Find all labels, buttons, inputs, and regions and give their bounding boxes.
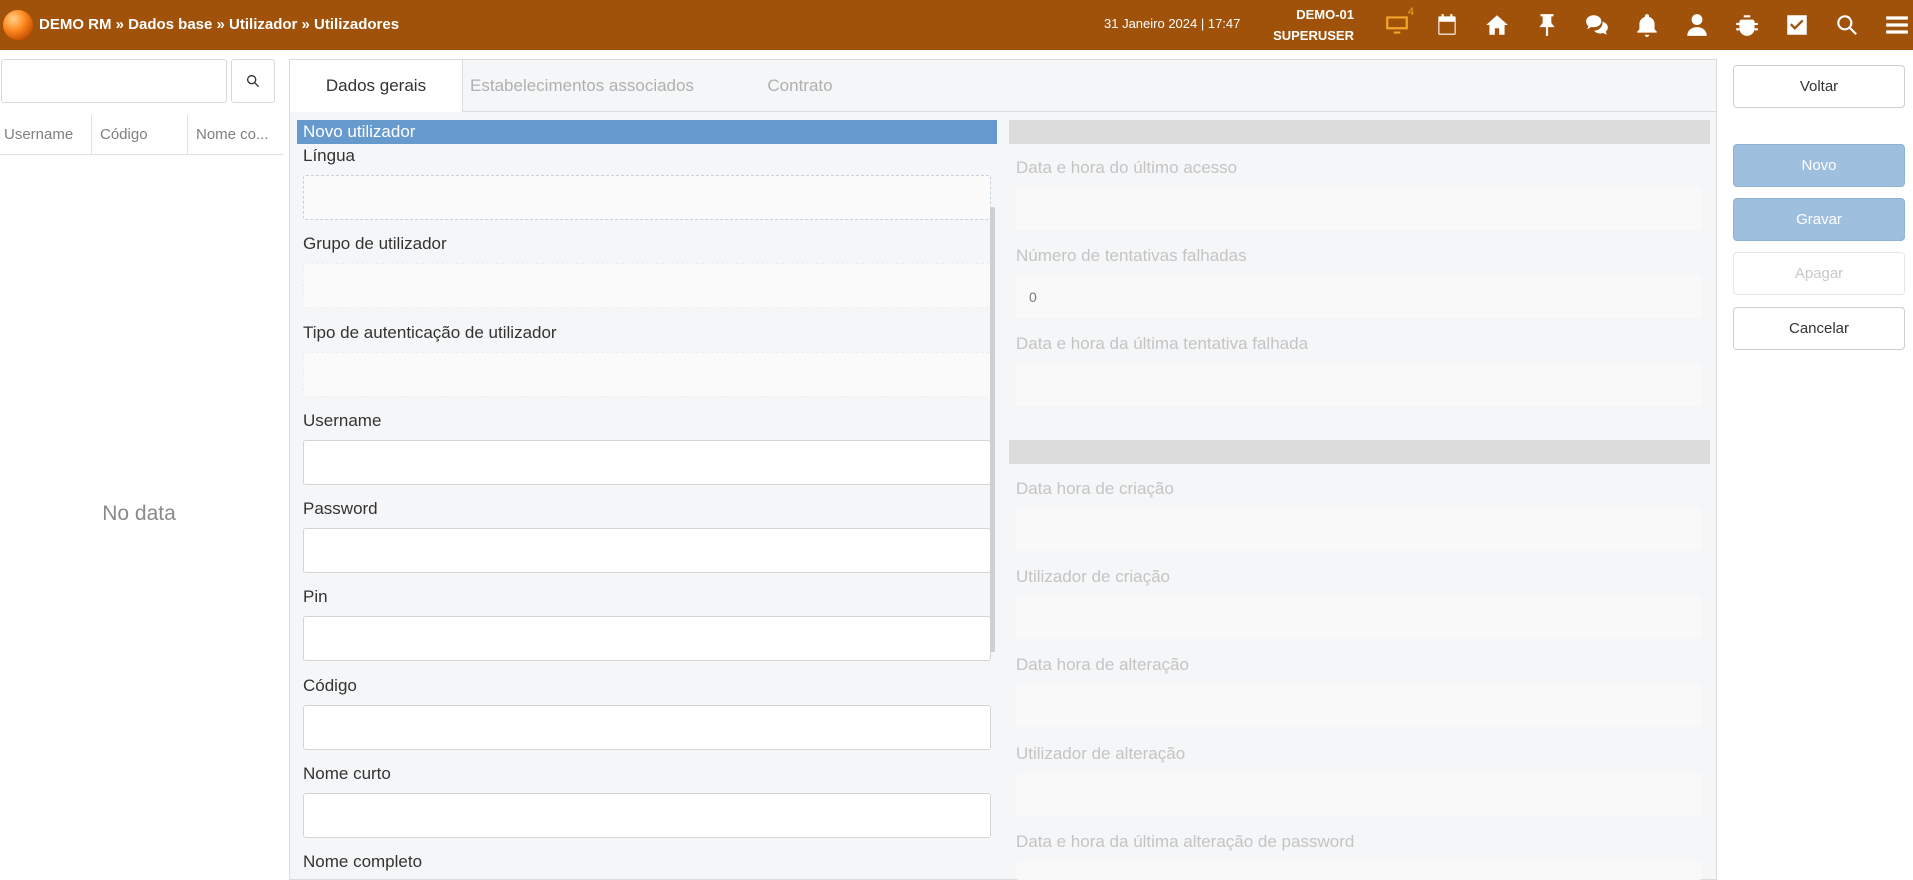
company-code: DEMO-01: [1296, 7, 1354, 22]
user-icon[interactable]: [1672, 0, 1722, 50]
monitor-icon[interactable]: 4: [1372, 0, 1422, 50]
field-label-pin: Pin: [303, 587, 328, 606]
field-label-username: Username: [303, 411, 382, 430]
data-alteracao-field: [1016, 684, 1702, 727]
empty-list-message: No data: [102, 502, 176, 525]
alteracao-password-field: [1016, 861, 1702, 880]
chat-icon[interactable]: [1572, 0, 1622, 50]
field-label-lingua: Língua: [303, 146, 355, 165]
username-input[interactable]: [303, 440, 991, 485]
new-button[interactable]: Novo: [1733, 144, 1905, 187]
save-button[interactable]: Gravar: [1733, 198, 1905, 241]
field-label-grupo: Grupo de utilizador: [303, 234, 447, 253]
tab-contrato[interactable]: Contrato: [700, 60, 900, 112]
form-section-title: Novo utilizador: [297, 120, 997, 144]
field-label-tipo-autenticacao: Tipo de autenticação de utilizador: [303, 323, 557, 342]
toolbar-icons: 4: [1372, 0, 1913, 50]
tab-bar: Dados gerais Estabelecimentos associados…: [290, 60, 1716, 112]
label-utilizador-criacao: Utilizador de criação: [1016, 567, 1171, 586]
ultimo-acesso-field: [1016, 187, 1702, 230]
column-header-nome[interactable]: Nome co...: [188, 115, 283, 155]
app-logo[interactable]: [3, 10, 33, 40]
data-criacao-field: [1016, 508, 1702, 551]
label-ultima-tentativa-falhada: Data e hora da última tentativa falhada: [1016, 334, 1309, 353]
back-button[interactable]: Voltar: [1733, 65, 1905, 108]
label-alteracao-password: Data e hora da última alteração de passw…: [1016, 832, 1355, 851]
utilizador-criacao-field: [1016, 596, 1702, 639]
pin-input[interactable]: [303, 616, 991, 661]
field-label-nome-completo: Nome completo: [303, 852, 423, 871]
field-label-password: Password: [303, 499, 378, 518]
access-section-header: [1009, 120, 1710, 144]
codigo-input[interactable]: [303, 705, 991, 750]
nome-curto-input[interactable]: [303, 793, 991, 838]
bell-icon[interactable]: [1622, 0, 1672, 50]
user-info[interactable]: DEMO-01 SUPERUSER: [1262, 4, 1354, 46]
label-tentativas-falhadas: Número de tentativas falhadas: [1016, 246, 1247, 265]
cancel-button[interactable]: Cancelar: [1733, 307, 1905, 350]
breadcrumb: DEMO RM » Dados base » Utilizador » Util…: [39, 16, 400, 33]
pin-icon[interactable]: [1522, 0, 1572, 50]
list-grid-header: Username Código Nome co...: [0, 115, 283, 155]
tab-dados-gerais[interactable]: Dados gerais: [290, 60, 463, 112]
label-ultimo-acesso: Data e hora do último acesso: [1016, 158, 1238, 177]
search-icon[interactable]: [1822, 0, 1872, 50]
label-utilizador-alteracao: Utilizador de alteração: [1016, 744, 1186, 763]
tentativas-falhadas-value: 0: [1029, 289, 1037, 305]
current-datetime: 31 Janeiro 2024 | 17:47: [1104, 16, 1241, 31]
calendar-icon[interactable]: [1422, 0, 1472, 50]
audit-section-header: [1009, 440, 1710, 464]
top-bar: DEMO RM » Dados base » Utilizador » Util…: [0, 0, 1913, 50]
delete-button[interactable]: Apagar: [1733, 252, 1905, 295]
label-data-alteracao: Data hora de alteração: [1016, 655, 1189, 674]
home-icon[interactable]: [1472, 0, 1522, 50]
form-scrollbar[interactable]: [990, 207, 995, 652]
username-label: SUPERUSER: [1273, 28, 1354, 43]
list-search-input[interactable]: [1, 59, 227, 103]
password-input[interactable]: [303, 528, 991, 573]
grupo-utilizador-select[interactable]: [303, 263, 991, 308]
lingua-select[interactable]: [303, 175, 991, 220]
list-search-button[interactable]: [231, 59, 275, 103]
checkbox-icon[interactable]: [1772, 0, 1822, 50]
bug-icon[interactable]: [1722, 0, 1772, 50]
column-header-codigo[interactable]: Código: [92, 115, 188, 155]
notification-badge: 4: [1407, 6, 1414, 18]
tentativas-falhadas-field: 0: [1016, 275, 1702, 318]
label-data-criacao: Data hora de criação: [1016, 479, 1174, 498]
utilizador-alteracao-field: [1016, 773, 1702, 816]
search-icon: [247, 75, 260, 88]
field-label-codigo: Código: [303, 676, 357, 695]
menu-icon[interactable]: [1872, 0, 1913, 50]
column-header-username[interactable]: Username: [0, 115, 92, 155]
ultima-tentativa-field: [1016, 363, 1702, 406]
tipo-autenticacao-select[interactable]: [303, 352, 991, 397]
tab-estabelecimentos-associados[interactable]: Estabelecimentos associados: [464, 60, 700, 112]
field-label-nome-curto: Nome curto: [303, 764, 391, 783]
